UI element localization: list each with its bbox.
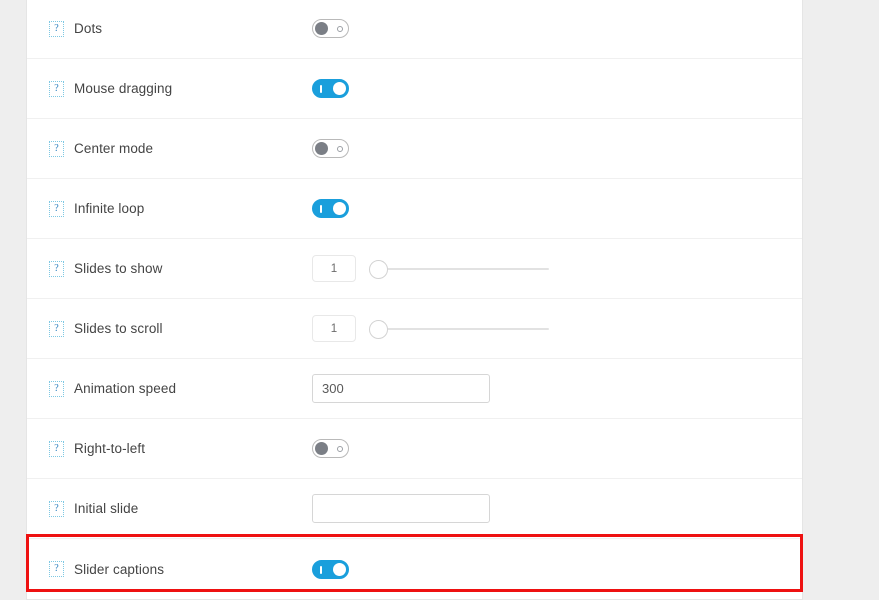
slider[interactable] <box>369 315 549 342</box>
toggle-knob <box>315 142 328 155</box>
row-control-area: 300 <box>312 374 802 403</box>
row-control-area <box>312 439 802 458</box>
toggle-switch[interactable] <box>312 199 349 218</box>
toggle-state-mark <box>337 26 343 32</box>
slider-track[interactable] <box>384 268 549 270</box>
row-control-area <box>312 139 802 158</box>
toggle-knob <box>333 202 346 215</box>
setting-label: Dots <box>74 21 103 36</box>
slider[interactable] <box>369 255 549 282</box>
setting-label: Slides to show <box>74 261 163 276</box>
toggle-state-mark <box>320 205 322 213</box>
setting-row: ? Mouse dragging <box>27 59 802 119</box>
setting-label: Initial slide <box>74 501 139 516</box>
help-tooltip-icon[interactable]: ? <box>49 440 64 457</box>
toggle-knob <box>315 22 328 35</box>
row-control-area <box>312 19 802 38</box>
setting-label: Center mode <box>74 141 154 156</box>
help-tooltip-icon[interactable]: ? <box>49 500 64 517</box>
row-label-area: ? Dots <box>27 20 312 37</box>
text-input[interactable] <box>312 494 490 523</box>
setting-row: ? Slider captions <box>27 539 802 599</box>
toggle-knob <box>315 442 328 455</box>
setting-label: Infinite loop <box>74 201 145 216</box>
row-control-area <box>312 199 802 218</box>
help-tooltip-icon[interactable]: ? <box>49 140 64 157</box>
help-tooltip-icon[interactable]: ? <box>49 380 64 397</box>
slider-handle[interactable] <box>369 320 388 339</box>
help-tooltip-icon[interactable]: ? <box>49 200 64 217</box>
toggle-state-mark <box>320 85 322 93</box>
row-control-area <box>312 559 802 579</box>
slider-value-input[interactable]: 1 <box>312 255 356 282</box>
slider-value-input[interactable]: 1 <box>312 315 356 342</box>
setting-label: Slides to scroll <box>74 321 163 336</box>
help-tooltip-icon[interactable]: ? <box>49 561 64 577</box>
toggle-switch[interactable] <box>312 559 349 579</box>
row-control-area: 1 <box>312 315 802 342</box>
settings-page: ? Dots? Mouse dragging? Center mode? Infinit… <box>0 0 879 600</box>
row-label-area: ? Slider captions <box>27 561 312 577</box>
setting-row: ? Slides to scroll 1 <box>27 299 802 359</box>
toggle-knob <box>333 82 346 95</box>
row-control-area <box>312 494 802 523</box>
setting-label: Animation speed <box>74 381 177 396</box>
row-label-area: ? Infinite loop <box>27 200 312 217</box>
setting-label: Right-to-left <box>74 441 146 456</box>
setting-row: ? Right-to-left <box>27 419 802 479</box>
toggle-state-mark <box>337 446 343 452</box>
row-label-area: ? Right-to-left <box>27 440 312 457</box>
toggle-switch[interactable] <box>312 439 349 458</box>
slider-settings-panel: ? Dots? Mouse dragging? Center mode? Infinit… <box>26 0 803 600</box>
row-control-area <box>312 79 802 98</box>
setting-row: ? Slides to show 1 <box>27 239 802 299</box>
toggle-state-mark <box>337 146 343 152</box>
row-label-area: ? Mouse dragging <box>27 80 312 97</box>
row-label-area: ? Center mode <box>27 140 312 157</box>
help-tooltip-icon[interactable]: ? <box>49 320 64 337</box>
row-label-area: ? Slides to show <box>27 260 312 277</box>
toggle-switch[interactable] <box>312 79 349 98</box>
toggle-knob <box>333 562 346 576</box>
setting-row: ? Animation speed 300 <box>27 359 802 419</box>
slider-track[interactable] <box>384 328 549 330</box>
text-input[interactable]: 300 <box>312 374 490 403</box>
setting-row: ? Infinite loop <box>27 179 802 239</box>
help-tooltip-icon[interactable]: ? <box>49 260 64 277</box>
toggle-state-mark <box>320 565 322 574</box>
slider-group: 1 <box>312 315 549 342</box>
row-label-area: ? Slides to scroll <box>27 320 312 337</box>
help-tooltip-icon[interactable]: ? <box>49 20 64 37</box>
toggle-switch[interactable] <box>312 139 349 158</box>
toggle-switch[interactable] <box>312 19 349 38</box>
row-label-area: ? Animation speed <box>27 380 312 397</box>
setting-row: ? Dots <box>27 0 802 59</box>
setting-label: Slider captions <box>74 561 165 577</box>
row-label-area: ? Initial slide <box>27 500 312 517</box>
slider-handle[interactable] <box>369 260 388 279</box>
setting-row: ? Initial slide <box>27 479 802 539</box>
setting-label: Mouse dragging <box>74 81 173 96</box>
slider-group: 1 <box>312 255 549 282</box>
row-control-area: 1 <box>312 255 802 282</box>
help-tooltip-icon[interactable]: ? <box>49 80 64 97</box>
setting-row: ? Center mode <box>27 119 802 179</box>
